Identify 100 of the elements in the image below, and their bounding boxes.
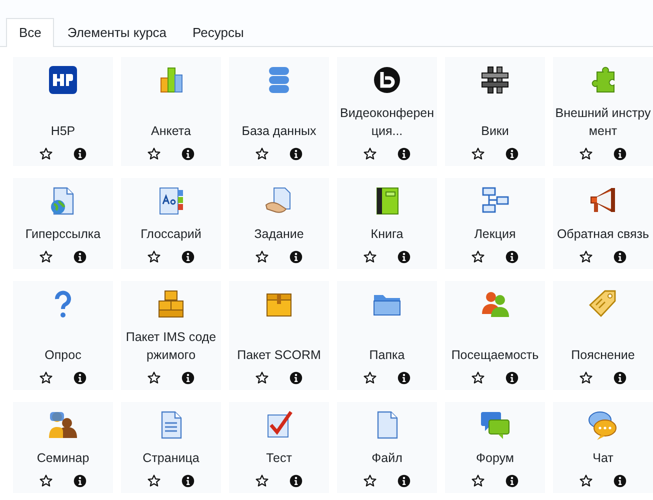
activity-card[interactable]: Обратная связь xyxy=(553,178,653,269)
activity-card[interactable]: База данных xyxy=(229,57,329,166)
activity-card[interactable]: Посещаемость xyxy=(445,281,545,390)
star-icon[interactable] xyxy=(255,250,269,264)
activity-card[interactable]: Страница xyxy=(121,402,221,493)
star-icon[interactable] xyxy=(579,250,593,264)
info-icon[interactable] xyxy=(181,250,195,264)
activity-name: Посещаемость xyxy=(451,347,539,364)
info-icon[interactable] xyxy=(613,250,627,264)
grid-symbol-icon xyxy=(479,64,511,96)
star-icon[interactable] xyxy=(255,371,269,385)
activity-card[interactable]: Книга xyxy=(337,178,437,269)
info-icon[interactable] xyxy=(73,371,87,385)
info-icon[interactable] xyxy=(181,371,195,385)
activity-name: Форум xyxy=(476,450,514,467)
activity-card[interactable]: Анкета xyxy=(121,57,221,166)
activity-card[interactable]: Файл xyxy=(337,402,437,493)
info-icon[interactable] xyxy=(505,474,519,488)
activity-card[interactable]: Лекция xyxy=(445,178,545,269)
info-icon[interactable] xyxy=(505,147,519,161)
activity-name: Пояснение xyxy=(571,347,635,364)
star-icon[interactable] xyxy=(363,371,377,385)
star-icon[interactable] xyxy=(579,147,593,161)
star-icon[interactable] xyxy=(39,147,53,161)
chat-bubbles-icon xyxy=(587,409,619,441)
info-icon[interactable] xyxy=(289,250,303,264)
activity-card[interactable]: Глоссарий xyxy=(121,178,221,269)
activity-name: Обратная связь xyxy=(556,226,650,243)
info-icon[interactable] xyxy=(613,474,627,488)
activity-card[interactable]: Тест xyxy=(229,402,329,493)
activity-name: Семинар xyxy=(36,450,90,467)
letter-circle-icon xyxy=(371,64,403,96)
activity-name: Гиперссылка xyxy=(25,226,101,243)
teacher-figure-icon xyxy=(47,409,79,441)
star-icon[interactable] xyxy=(255,474,269,488)
info-icon[interactable] xyxy=(505,371,519,385)
star-icon[interactable] xyxy=(39,250,53,264)
activity-name: База данных xyxy=(242,123,316,140)
activity-name: Страница xyxy=(142,450,200,467)
activity-name: Пакет SCORM xyxy=(237,347,321,364)
info-icon[interactable] xyxy=(289,474,303,488)
info-icon[interactable] xyxy=(289,371,303,385)
activity-name: Тест xyxy=(266,450,292,467)
activity-card[interactable]: Пакет SCORM xyxy=(229,281,329,390)
star-icon[interactable] xyxy=(147,371,161,385)
activity-card[interactable]: Пояснение xyxy=(553,281,653,390)
activity-name: Пакет IMS содержимого xyxy=(124,329,218,364)
info-icon[interactable] xyxy=(181,474,195,488)
activity-name: Лекция xyxy=(474,226,516,243)
activity-name: H5P xyxy=(50,123,76,140)
activity-name: Книга xyxy=(370,226,404,243)
activity-card[interactable]: Форум xyxy=(445,402,545,493)
info-icon[interactable] xyxy=(505,250,519,264)
info-icon[interactable] xyxy=(73,474,87,488)
star-icon[interactable] xyxy=(579,474,593,488)
activity-name: Видеоконференция... xyxy=(339,105,435,140)
info-icon[interactable] xyxy=(613,147,627,161)
star-icon[interactable] xyxy=(39,474,53,488)
info-icon[interactable] xyxy=(289,147,303,161)
info-icon[interactable] xyxy=(73,147,87,161)
info-icon[interactable] xyxy=(73,250,87,264)
activity-card[interactable]: Внешний инструмент xyxy=(553,57,653,166)
activity-name: Анкета xyxy=(151,123,191,140)
tab[interactable]: Элементы курса xyxy=(54,18,180,47)
activity-name: Вики xyxy=(481,123,509,140)
activity-name: Чат xyxy=(592,450,614,467)
tab[interactable]: Ресурсы xyxy=(180,18,257,47)
star-icon[interactable] xyxy=(471,474,485,488)
info-icon[interactable] xyxy=(397,250,411,264)
info-icon[interactable] xyxy=(397,147,411,161)
star-icon[interactable] xyxy=(255,147,269,161)
tab[interactable]: Все xyxy=(6,18,54,47)
info-icon[interactable] xyxy=(181,147,195,161)
info-icon[interactable] xyxy=(613,371,627,385)
activity-name: Файл xyxy=(372,450,402,467)
activity-card[interactable]: Папка xyxy=(337,281,437,390)
star-icon[interactable] xyxy=(363,474,377,488)
star-icon[interactable] xyxy=(147,147,161,161)
activity-card[interactable]: Гиперссылка xyxy=(13,178,113,269)
star-icon[interactable] xyxy=(579,371,593,385)
activity-card[interactable]: Пакет IMS содержимого xyxy=(121,281,221,390)
info-icon[interactable] xyxy=(397,474,411,488)
activity-card[interactable]: Опрос xyxy=(13,281,113,390)
activity-card[interactable]: Видеоконференция... xyxy=(337,57,437,166)
star-icon[interactable] xyxy=(471,250,485,264)
activity-name: Внешний инструмент xyxy=(555,105,651,140)
activity-card[interactable]: H5P xyxy=(13,57,113,166)
star-icon[interactable] xyxy=(471,371,485,385)
activity-card[interactable]: Вики xyxy=(445,57,545,166)
star-icon[interactable] xyxy=(147,474,161,488)
star-icon[interactable] xyxy=(471,147,485,161)
activity-card[interactable]: Семинар xyxy=(13,402,113,493)
info-icon[interactable] xyxy=(397,371,411,385)
star-icon[interactable] xyxy=(147,250,161,264)
star-icon[interactable] xyxy=(363,250,377,264)
activity-card[interactable]: Чат xyxy=(553,402,653,493)
activity-name: Папка xyxy=(369,347,405,364)
star-icon[interactable] xyxy=(39,371,53,385)
star-icon[interactable] xyxy=(363,147,377,161)
activity-card[interactable]: Задание xyxy=(229,178,329,269)
